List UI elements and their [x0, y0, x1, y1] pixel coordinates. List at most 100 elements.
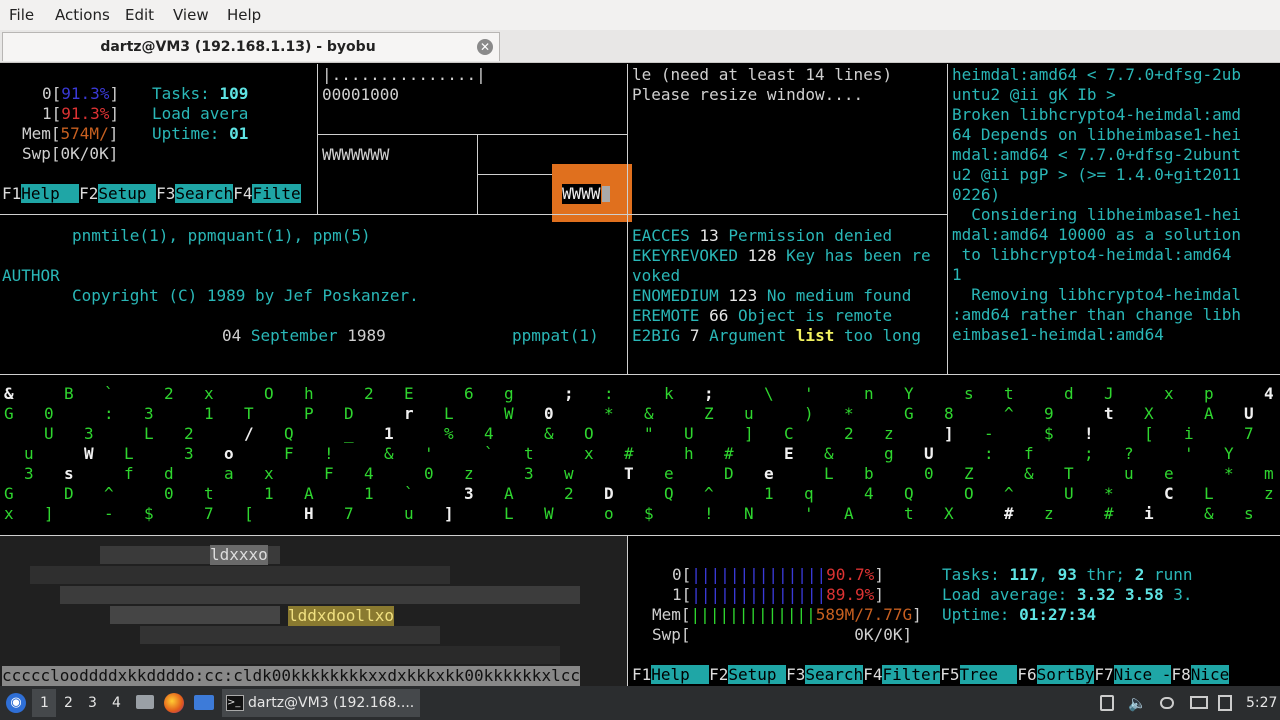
apt-log-line: mdal:amd64 10000 as a solution — [952, 225, 1241, 244]
matrix-glyph: F — [324, 464, 334, 483]
fkey-filter[interactable]: Filter — [882, 665, 941, 684]
matrix-glyph: N — [744, 504, 754, 523]
matrix-glyph: : — [104, 404, 114, 423]
matrix-glyph: 3 — [24, 464, 34, 483]
matrix-glyph: ; — [1084, 444, 1094, 463]
workspace-4[interactable]: 4 — [112, 695, 121, 711]
matrix-glyph: q — [804, 484, 814, 503]
mem-meter-large: Mem[|||||||||||||589M/7.77G] — [652, 605, 922, 624]
tab-bar: dartz@VM3 (192.168.1.13) - byobu ✕ — [0, 30, 1280, 63]
matrix-glyph: W — [504, 404, 514, 423]
menu-help[interactable]: Help — [227, 6, 261, 24]
matrix-glyph: o — [224, 444, 234, 463]
matrix-glyph: 7 — [1244, 424, 1254, 443]
matrix-glyph: - — [104, 504, 114, 523]
errno-line: EKEYREVOKED 128 Key has been re — [632, 246, 931, 265]
firefox-icon[interactable] — [164, 693, 184, 713]
display-icon[interactable] — [1190, 696, 1208, 709]
clock[interactable]: 5:27 — [1246, 695, 1277, 711]
matrix-glyph: ' — [1184, 444, 1194, 463]
matrix-glyph: G — [4, 484, 14, 503]
fkey-help[interactable]: Help — [21, 184, 80, 203]
matrix-glyph: # — [724, 444, 734, 463]
app-menu-icon[interactable]: ◉ — [6, 693, 26, 713]
matrix-glyph: G — [4, 404, 14, 423]
taskbar-window-title: dartz@VM3 (192.168.... — [248, 695, 415, 711]
fkey-filter[interactable]: Filte — [252, 184, 301, 203]
apt-log-line: mdal:amd64 < 7.7.0+dfsg-2ubunt — [952, 145, 1241, 164]
workspace-1-label: 1 — [40, 695, 49, 711]
matrix-glyph: U — [924, 444, 934, 463]
indicator-icon[interactable] — [1160, 697, 1174, 709]
matrix-glyph: U — [1064, 484, 1074, 503]
matrix-glyph: U — [44, 424, 54, 443]
matrix-glyph: 0 — [544, 404, 554, 423]
workspace-2[interactable]: 2 — [64, 695, 73, 711]
matrix-glyph: % — [444, 424, 454, 443]
matrix-glyph: z — [1044, 504, 1054, 523]
tab-terminal[interactable]: dartz@VM3 (192.168.1.13) - byobu ✕ — [2, 32, 500, 61]
menu-edit[interactable]: Edit — [125, 6, 154, 24]
matrix-glyph: A — [844, 504, 854, 523]
errno-line: E2BIG 7 Argument list too long — [632, 326, 922, 345]
matrix-glyph: t — [524, 444, 534, 463]
matrix-glyph: n — [864, 384, 874, 403]
matrix-glyph: & — [1204, 504, 1214, 523]
matrix-glyph: h — [304, 384, 314, 403]
network-icon[interactable] — [1100, 695, 1114, 711]
swp-meter-large: Swp[ 0K/0K] — [652, 625, 913, 644]
fkey-nice-minus[interactable]: Nice - — [1113, 665, 1172, 684]
fkey-search[interactable]: Search — [175, 184, 234, 203]
matrix-glyph: L — [144, 424, 154, 443]
htop-pane-small: 0[91.3%] 1[91.3%] Mem[574M/] Swp[0K/0K] … — [0, 64, 318, 215]
notification-icon[interactable] — [1218, 695, 1232, 711]
matrix-glyph: 2 — [844, 424, 854, 443]
matrix-glyph: & — [384, 444, 394, 463]
taskbar-terminal-window[interactable]: >_ dartz@VM3 (192.168.... — [222, 689, 420, 717]
workspace-3[interactable]: 3 — [88, 695, 97, 711]
fkey-sortby[interactable]: SortBy — [1036, 665, 1095, 684]
terminal-area[interactable]: 0[91.3%] 1[91.3%] Mem[574M/] Swp[0K/0K] … — [0, 64, 1280, 686]
matrix-glyph: / — [244, 424, 254, 443]
matrix-glyph: 1 — [764, 484, 774, 503]
progress-pane: |...............| 00001000 — [317, 64, 628, 135]
menu-view[interactable]: View — [173, 6, 209, 24]
matrix-glyph: z — [1264, 484, 1274, 503]
matrix-glyph: 7 — [204, 504, 214, 523]
matrix-glyph: 0 — [424, 464, 434, 483]
matrix-glyph: Z — [704, 404, 714, 423]
matrix-glyph: L — [824, 464, 834, 483]
fkey-setup[interactable]: Setup — [98, 184, 157, 203]
matrix-glyph: D — [604, 484, 614, 503]
matrix-glyph: 6 — [464, 384, 474, 403]
matrix-glyph: w — [564, 464, 574, 483]
menu-file[interactable]: File — [9, 6, 34, 24]
apt-log-line: u2 @ii pgP > (>= 1.4.0+git2011 — [952, 165, 1241, 184]
close-icon[interactable]: ✕ — [477, 39, 493, 55]
desktop-icon[interactable] — [194, 695, 214, 710]
matrix-glyph: m — [1264, 464, 1274, 483]
errno-line: EACCES 13 Permission denied — [632, 226, 893, 245]
fkey-tree[interactable]: Tree — [959, 665, 1018, 684]
matrix-glyph: U — [1244, 404, 1254, 423]
apt-log-line: Broken libhcrypto4-heimdal:amd — [952, 105, 1241, 124]
menu-actions[interactable]: Actions — [55, 6, 110, 24]
matrix-glyph: x — [1164, 384, 1174, 403]
matrix-glyph: ` — [404, 484, 414, 503]
apt-log-line: Removing libhcrypto4-heimdal — [952, 285, 1241, 304]
file-manager-icon[interactable] — [136, 695, 154, 709]
ws-text-2: WWWW — [562, 184, 601, 204]
fkey-setup[interactable]: Setup — [728, 665, 787, 684]
matrix-glyph: f — [1024, 444, 1034, 463]
matrix-glyph: " — [644, 424, 654, 443]
cpu1-meter-large: 1[||||||||||||||89.9%] — [672, 585, 884, 604]
matrix-glyph: ^ — [1004, 484, 1014, 503]
matrix-glyph: $ — [1044, 424, 1054, 443]
matrix-glyph: $ — [644, 504, 654, 523]
fkey-search[interactable]: Search — [805, 665, 864, 684]
resize-line-2: Please resize window.... — [632, 85, 864, 104]
matrix-glyph: ' — [804, 384, 814, 403]
volume-icon[interactable]: 🔈 — [1128, 694, 1147, 712]
fkey-nice-plus[interactable]: Nice — [1190, 665, 1230, 684]
fkey-help[interactable]: Help — [651, 665, 710, 684]
